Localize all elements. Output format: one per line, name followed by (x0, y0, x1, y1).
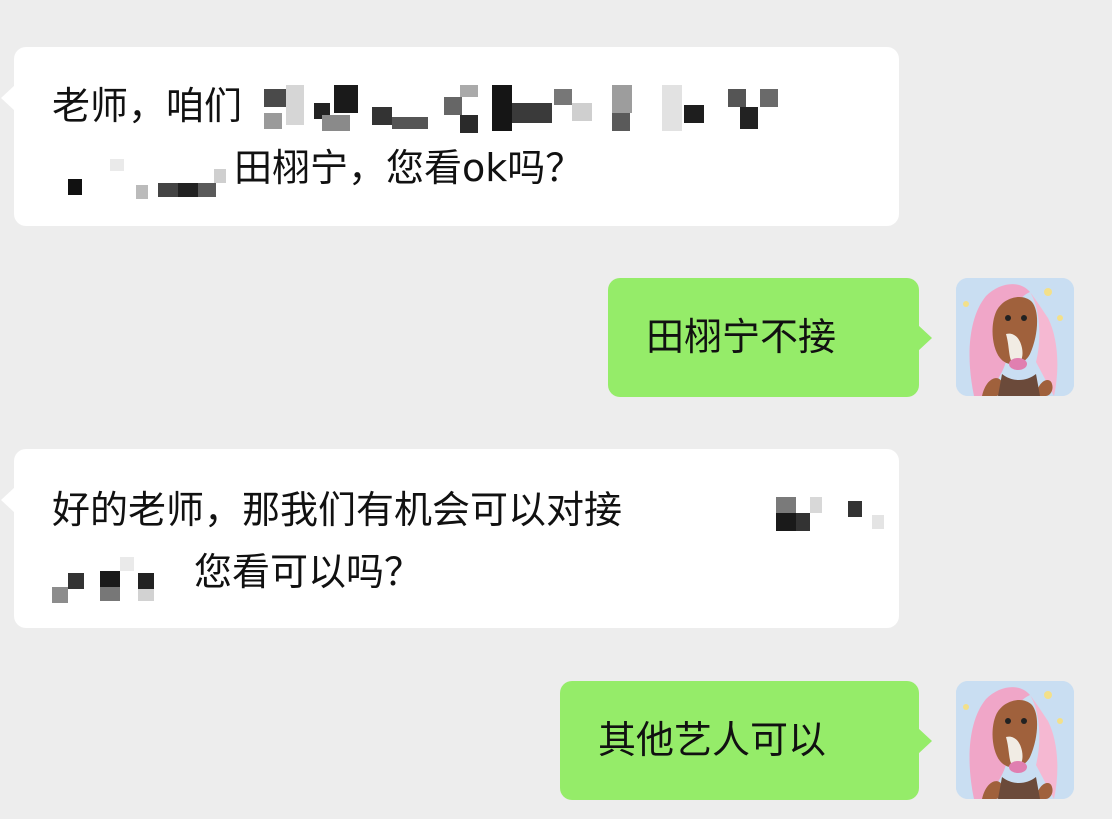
message-4-text: 其他艺人可以 (598, 718, 827, 762)
outgoing-message-1[interactable]: 田栩宁不接 (608, 278, 932, 397)
horse-character-avatar-icon (956, 681, 1074, 799)
outgoing-message-2[interactable]: 其他艺人可以 (560, 681, 932, 800)
redacted-mosaic (776, 493, 886, 537)
message-1-line-2: 田栩宁，您看ok吗？ (234, 146, 584, 190)
redacted-mosaic (54, 159, 234, 205)
horse-character-avatar-icon (956, 278, 1074, 396)
user-avatar[interactable] (956, 681, 1074, 799)
message-1-line-1: 老师，咱们 (52, 84, 243, 128)
redacted-mosaic (50, 557, 190, 605)
message-3-line-2: 您看可以吗？ (194, 550, 423, 594)
message-2-text: 田栩宁不接 (646, 315, 837, 359)
message-3-line-1: 好的老师，那我们有机会可以对接 (52, 488, 623, 532)
user-avatar[interactable] (956, 278, 1074, 396)
redacted-mosaic (264, 85, 804, 143)
incoming-message-2[interactable]: 好的老师，那我们有机会可以对接 您看可以吗？ (1, 449, 899, 628)
incoming-message-1[interactable]: 老师，咱们 田栩宁，您看ok吗？ (1, 47, 899, 226)
